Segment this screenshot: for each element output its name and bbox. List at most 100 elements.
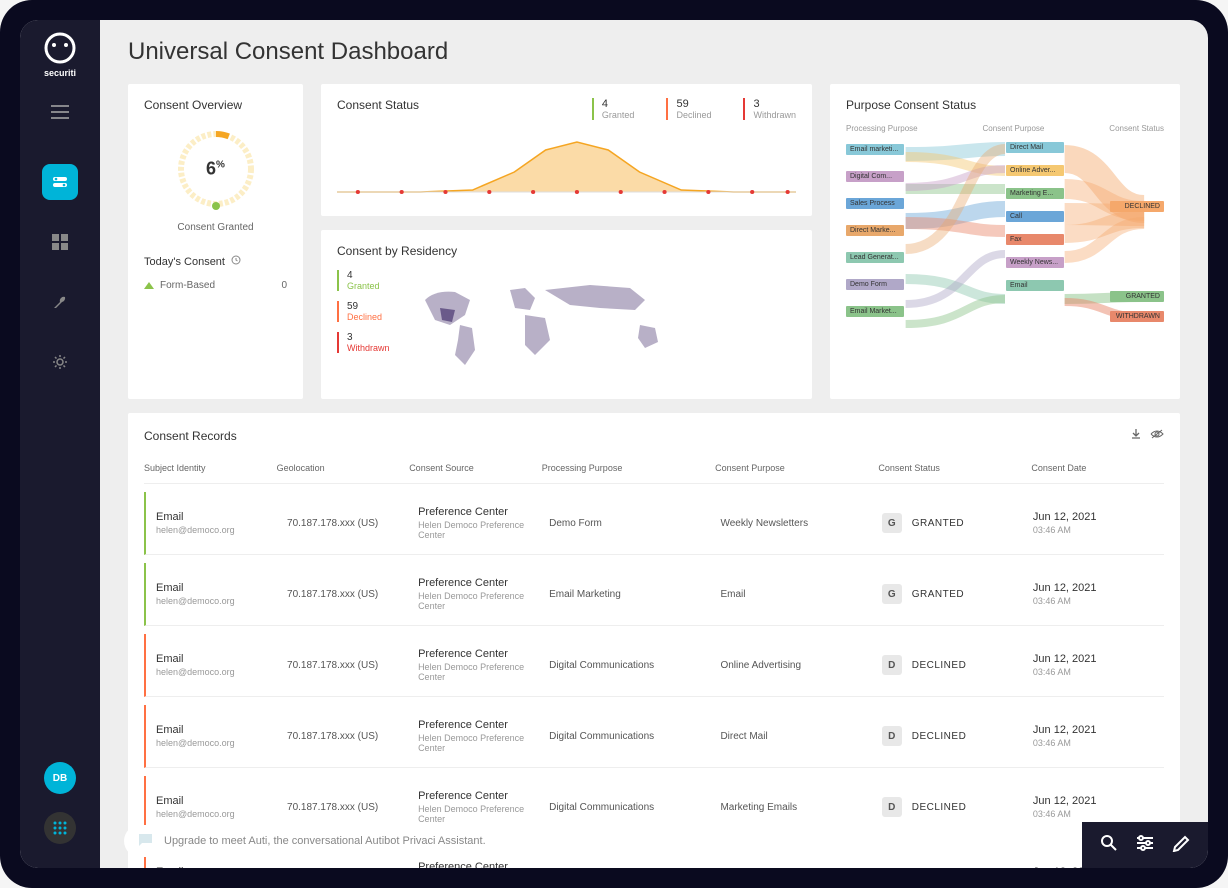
sankey-right-node[interactable]: WITHDRAWN xyxy=(1110,311,1164,322)
table-header-cell[interactable]: Processing Purpose xyxy=(542,463,715,473)
consent-residency-card: Consent by Residency 4Granted 59Declined 3… xyxy=(321,230,812,399)
table-header-cell[interactable]: Consent Purpose xyxy=(715,463,878,473)
gauge-label: Consent Granted xyxy=(177,222,253,233)
consent-records-card: Consent Records Subject IdentityGeolocat… xyxy=(128,413,1180,868)
sidebar-bottom: DB xyxy=(44,762,76,856)
sankey-mid-node[interactable]: Fax xyxy=(1006,234,1064,245)
app-grid-icon[interactable] xyxy=(44,812,76,844)
card-title: Consent Status xyxy=(337,98,419,112)
footer-bar: Upgrade to meet Auti, the conversational… xyxy=(100,822,1208,868)
download-icon[interactable] xyxy=(1130,427,1142,445)
brand-logo[interactable]: securiti xyxy=(36,32,84,78)
sankey-right-node[interactable]: DECLINED xyxy=(1110,201,1164,212)
world-map xyxy=(410,270,796,385)
status-sparkline xyxy=(337,132,796,202)
sankey-mid-node[interactable]: Direct Mail xyxy=(1006,142,1064,153)
gauge-wrap: 6% Consent Granted xyxy=(144,124,287,233)
today-row-label: Form-Based xyxy=(160,280,215,291)
sankey-left-node[interactable]: Sales Process xyxy=(846,198,904,209)
visibility-icon[interactable] xyxy=(1150,427,1164,445)
today-row-value: 0 xyxy=(281,280,287,291)
records-actions xyxy=(1130,427,1164,445)
edit-icon[interactable] xyxy=(1172,834,1190,857)
sankey-left-node[interactable]: Digital Com... xyxy=(846,171,904,182)
search-icon[interactable] xyxy=(1100,834,1118,857)
stat-declined: 59Declined xyxy=(666,98,711,120)
table-row[interactable]: Emailhelen@democo.org 70.187.178.xxx (US… xyxy=(144,492,1164,555)
page-title: Universal Consent Dashboard xyxy=(128,38,1180,66)
today-title: Today's Consent xyxy=(144,256,225,268)
device-frame: securiti DB xyxy=(0,0,1228,888)
assistant-prompt[interactable]: Upgrade to meet Auti, the conversational… xyxy=(124,825,1082,857)
nav-settings-icon[interactable] xyxy=(42,344,78,380)
filter-icon[interactable] xyxy=(1136,835,1154,856)
sankey-column-labels: Processing Purpose Consent Purpose Conse… xyxy=(846,124,1164,133)
residency-legend: 4Granted 59Declined 3Withdrawn xyxy=(337,270,390,385)
sankey-col-label: Processing Purpose xyxy=(846,124,918,133)
consent-status-card: Consent Status 4Granted 59Declined 3Withdr… xyxy=(321,84,812,216)
card-title: Consent by Residency xyxy=(337,244,796,258)
table-header: Subject IdentityGeolocationConsent Sourc… xyxy=(144,463,1164,484)
nav-consent-icon[interactable] xyxy=(42,164,78,200)
status-badge: GGRANTED xyxy=(882,584,964,604)
table-header-cell[interactable]: Geolocation xyxy=(277,463,410,473)
sankey-col-label: Consent Purpose xyxy=(983,124,1045,133)
records-title: Consent Records xyxy=(144,429,237,443)
records-table: Subject IdentityGeolocationConsent Sourc… xyxy=(144,463,1164,868)
sankey-mid-node[interactable]: Email xyxy=(1006,280,1064,291)
nav-dashboard-icon[interactable] xyxy=(42,224,78,260)
assistant-message: Upgrade to meet Auti, the conversational… xyxy=(164,835,486,847)
clock-icon xyxy=(231,255,241,268)
legend-declined: 59Declined xyxy=(337,301,390,322)
sankey-mid-node[interactable]: Marketing E... xyxy=(1006,188,1064,199)
purpose-consent-card: Purpose Consent Status Processing Purpos… xyxy=(830,84,1180,399)
brand-name: securiti xyxy=(36,68,84,78)
card-title: Purpose Consent Status xyxy=(846,98,1164,112)
screen: securiti DB xyxy=(20,20,1208,868)
menu-toggle[interactable] xyxy=(44,96,76,128)
sankey-col-label: Consent Status xyxy=(1109,124,1164,133)
consent-overview-card: Consent Overview 6% Consent Granted xyxy=(128,84,303,399)
card-title: Consent Overview xyxy=(144,98,287,112)
cards-row: Consent Overview 6% Consent Granted xyxy=(128,84,1180,399)
table-row[interactable]: Emailhelen@democo.org 70.187.178.xxx (US… xyxy=(144,563,1164,626)
sankey-left-node[interactable]: Demo Form xyxy=(846,279,904,290)
sankey-left-node[interactable]: Lead Generat... xyxy=(846,252,904,263)
sankey-left-node[interactable]: Direct Marke... xyxy=(846,225,904,236)
sankey-chart: Email marketi... Digital Com... Sales Proc… xyxy=(846,139,1164,334)
sankey-mid-node[interactable]: Online Adver... xyxy=(1006,165,1064,176)
sankey-left-node[interactable]: Email marketi... xyxy=(846,144,904,155)
sankey-mid-node[interactable]: Call xyxy=(1006,211,1064,222)
status-badge: DDECLINED xyxy=(882,726,967,746)
sidebar: securiti DB xyxy=(20,20,100,868)
gauge-percent: 6% xyxy=(206,159,225,180)
table-row[interactable]: Emailhelen@democo.org 70.187.178.xxx (US… xyxy=(144,634,1164,697)
today-consent-section: Today's Consent Form-Based 0 xyxy=(144,255,287,291)
table-header-cell[interactable]: Consent Source xyxy=(409,463,542,473)
legend-withdrawn: 3Withdrawn xyxy=(337,332,390,353)
nav-tools-icon[interactable] xyxy=(42,284,78,320)
legend-granted: 4Granted xyxy=(337,270,390,291)
table-header-cell[interactable]: Subject Identity xyxy=(144,463,277,473)
today-row: Form-Based 0 xyxy=(144,280,287,291)
sankey-left-node[interactable]: Email Market... xyxy=(846,306,904,317)
status-badge: GGRANTED xyxy=(882,513,964,533)
stat-withdrawn: 3Withdrawn xyxy=(743,98,796,120)
chat-icon xyxy=(136,832,154,851)
status-badge: DDECLINED xyxy=(882,655,967,675)
stat-granted: 4Granted xyxy=(592,98,635,120)
up-arrow-icon xyxy=(144,282,154,289)
logo-icon xyxy=(44,32,76,64)
main-content: Universal Consent Dashboard Consent Over… xyxy=(100,20,1208,868)
sankey-right-node[interactable]: GRANTED xyxy=(1110,291,1164,302)
user-avatar[interactable]: DB xyxy=(44,762,76,794)
table-row[interactable]: Emailhelen@democo.org 70.187.178.xxx (US… xyxy=(144,705,1164,768)
footer-tools xyxy=(1082,822,1208,868)
table-header-cell[interactable]: Consent Date xyxy=(1031,463,1164,473)
gauge: 6% xyxy=(171,124,261,214)
nav-icons xyxy=(42,164,78,380)
table-header-cell[interactable]: Consent Status xyxy=(878,463,1031,473)
sankey-mid-node[interactable]: Weekly News... xyxy=(1006,257,1064,268)
today-header: Today's Consent xyxy=(144,255,287,268)
status-stack: Consent Status 4Granted 59Declined 3Withdr… xyxy=(321,84,812,399)
